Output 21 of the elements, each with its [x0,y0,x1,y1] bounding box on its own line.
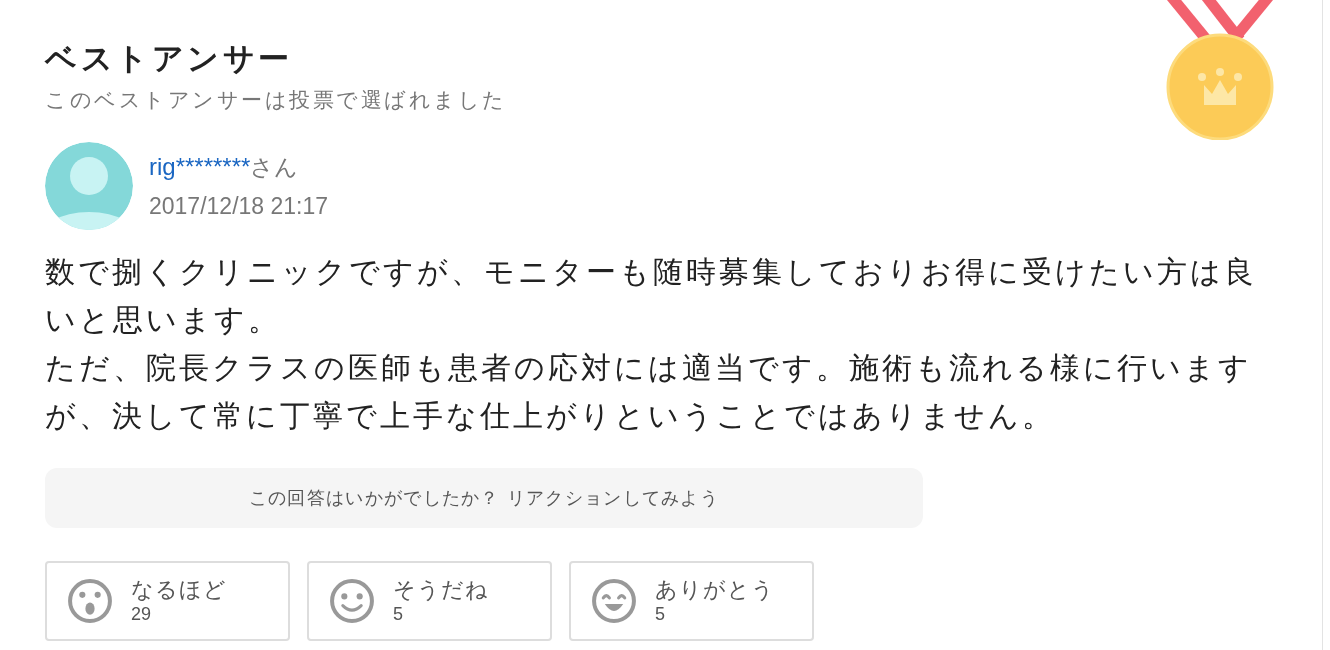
grinning-face-icon [591,578,637,624]
reaction-prompt: この回答はいかがでしたか？ リアクションしてみよう [45,468,923,528]
post-date: 2017/12/18 21:17 [149,193,329,220]
smiley-face-icon [329,578,375,624]
reaction-button[interactable]: なるほど 29 [45,561,290,641]
reaction-count: 5 [655,603,666,625]
reaction-count: 29 [131,603,153,625]
section-title: ベストアンサー [45,39,293,78]
honorific: さん [250,153,299,182]
reaction-label: ありがとう [655,577,775,603]
reaction-button[interactable]: ありがとう 5 [569,561,814,641]
reaction-count: 5 [393,603,404,625]
reaction-button[interactable]: そうだね 5 [307,561,552,641]
reaction-label: そうだね [393,577,489,603]
surprised-face-icon [67,578,113,624]
answer-paragraph: 数で捌くクリニックですが、モニターも随時募集しておりお得に受けたい方は良いと思います。 [45,253,1258,339]
user-name-link[interactable]: rig******** [149,153,251,181]
avatar-icon [45,142,133,230]
answer-paragraph: ただ、院長クラスの医師も患者の応対には適当です。施術も流れる様に行いますが、決して常に丁寧で上手な仕上がりということではありません。 [45,349,1253,435]
vote-note: このベストアンサーは投票で選ばれました [45,88,508,112]
reaction-label: なるほど [131,577,227,603]
